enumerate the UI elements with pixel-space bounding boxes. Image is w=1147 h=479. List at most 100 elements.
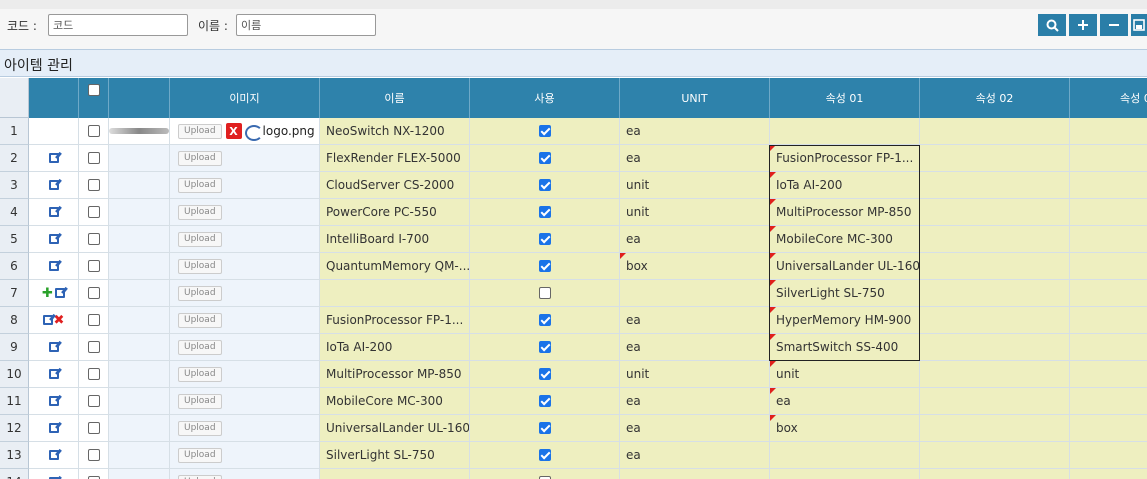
attr2-cell[interactable]	[920, 469, 1070, 479]
name-cell[interactable]: MobileCore MC-300	[320, 388, 470, 415]
name-cell[interactable]: QuantumMemory QM-...	[320, 253, 470, 280]
search-button[interactable]	[1038, 14, 1066, 36]
attr2-cell[interactable]	[920, 388, 1070, 415]
attr3-cell[interactable]	[1070, 253, 1147, 280]
attr3-column-header[interactable]: 속성 0	[1070, 78, 1147, 118]
name-cell[interactable]: NeoSwitch NX-1200	[320, 118, 470, 145]
row-number[interactable]: 3	[0, 172, 29, 199]
code-cell[interactable]	[109, 280, 170, 307]
attr2-cell[interactable]	[920, 280, 1070, 307]
code-cell[interactable]	[109, 334, 170, 361]
upload-button[interactable]: Upload	[178, 285, 222, 301]
row-number[interactable]: 8	[0, 307, 29, 334]
attr2-cell[interactable]	[920, 199, 1070, 226]
row-check[interactable]	[79, 334, 109, 361]
name-input[interactable]	[236, 14, 376, 36]
attr2-cell[interactable]	[920, 145, 1070, 172]
row-checkbox[interactable]	[87, 422, 100, 434]
row-number[interactable]: 7	[0, 280, 29, 307]
attr1-cell[interactable]	[770, 442, 920, 469]
attr1-cell[interactable]: HyperMemory HM-900	[770, 307, 920, 334]
attr1-cell[interactable]: UniversalLander UL-1600	[770, 253, 920, 280]
use-cell[interactable]	[470, 415, 620, 442]
attr2-cell[interactable]	[920, 307, 1070, 334]
row-number[interactable]: 4	[0, 199, 29, 226]
upload-button[interactable]: Upload	[178, 366, 222, 382]
row-number[interactable]: 14	[0, 469, 29, 479]
row-checkbox[interactable]	[87, 152, 100, 164]
upload-button[interactable]: Upload	[178, 204, 222, 220]
code-cell[interactable]	[109, 226, 170, 253]
unit-cell[interactable]	[620, 280, 770, 307]
row-check[interactable]	[79, 226, 109, 253]
row-checkbox[interactable]	[87, 341, 100, 353]
name-cell[interactable]: IntelliBoard I-700	[320, 226, 470, 253]
name-cell[interactable]: SilverLight SL-750	[320, 442, 470, 469]
use-checkbox[interactable]	[538, 341, 551, 353]
upload-button[interactable]: Upload	[178, 150, 222, 166]
attr2-cell[interactable]	[920, 334, 1070, 361]
use-checkbox[interactable]	[538, 233, 551, 245]
name-cell[interactable]: FlexRender FLEX-5000	[320, 145, 470, 172]
upload-button[interactable]: Upload	[178, 258, 222, 274]
row-checkbox[interactable]	[87, 206, 100, 218]
use-checkbox[interactable]	[538, 395, 551, 407]
check-all-checkbox[interactable]	[87, 84, 100, 96]
attr1-cell[interactable]	[770, 118, 920, 145]
name-column-header[interactable]: 이름	[320, 78, 470, 118]
attr3-cell[interactable]	[1070, 361, 1147, 388]
use-cell[interactable]	[470, 307, 620, 334]
attr2-cell[interactable]	[920, 442, 1070, 469]
attr2-cell[interactable]	[920, 226, 1070, 253]
unit-cell[interactable]: ea	[620, 145, 770, 172]
use-cell[interactable]	[470, 334, 620, 361]
attr2-cell[interactable]	[920, 172, 1070, 199]
attr1-cell[interactable]: MobileCore MC-300	[770, 226, 920, 253]
code-cell[interactable]	[109, 469, 170, 479]
upload-button[interactable]: Upload	[178, 312, 222, 328]
delete-image-button[interactable]: X	[225, 123, 242, 139]
use-checkbox[interactable]	[538, 152, 551, 164]
use-cell[interactable]	[470, 118, 620, 145]
row-number[interactable]: 12	[0, 415, 29, 442]
use-cell[interactable]	[470, 253, 620, 280]
row-checkbox[interactable]	[87, 395, 100, 407]
code-cell[interactable]	[109, 388, 170, 415]
upload-button[interactable]: Upload	[178, 393, 222, 409]
use-cell[interactable]	[470, 226, 620, 253]
name-cell[interactable]: IoTa AI-200	[320, 334, 470, 361]
unit-cell[interactable]: ea	[620, 334, 770, 361]
name-cell[interactable]: PowerCore PC-550	[320, 199, 470, 226]
row-check[interactable]	[79, 415, 109, 442]
upload-button[interactable]: Upload	[178, 420, 222, 436]
attr3-cell[interactable]	[1070, 199, 1147, 226]
code-cell[interactable]	[109, 307, 170, 334]
unit-cell[interactable]: ea	[620, 415, 770, 442]
attr3-cell[interactable]	[1070, 334, 1147, 361]
code-cell[interactable]	[109, 253, 170, 280]
use-cell[interactable]	[470, 442, 620, 469]
attr3-cell[interactable]	[1070, 172, 1147, 199]
attr2-cell[interactable]	[920, 361, 1070, 388]
name-cell[interactable]: CloudServer CS-2000	[320, 172, 470, 199]
upload-button[interactable]: Upload	[178, 339, 222, 355]
row-check[interactable]	[79, 442, 109, 469]
upload-button[interactable]: Upload	[178, 474, 222, 479]
row-check[interactable]	[79, 280, 109, 307]
row-number[interactable]: 9	[0, 334, 29, 361]
unit-cell[interactable]: unit	[620, 361, 770, 388]
code-cell[interactable]	[109, 118, 170, 145]
code-cell[interactable]	[109, 145, 170, 172]
attr3-cell[interactable]	[1070, 280, 1147, 307]
code-cell[interactable]	[109, 442, 170, 469]
use-checkbox[interactable]	[538, 179, 551, 191]
use-checkbox[interactable]	[538, 368, 551, 380]
attr2-cell[interactable]	[920, 415, 1070, 442]
row-checkbox[interactable]	[87, 449, 100, 461]
attr2-cell[interactable]	[920, 118, 1070, 145]
code-input[interactable]	[48, 14, 188, 36]
code-cell[interactable]	[109, 415, 170, 442]
name-cell[interactable]: UniversalLander UL-1600	[320, 415, 470, 442]
row-number[interactable]: 1	[0, 118, 29, 145]
use-column-header[interactable]: 사용	[470, 78, 620, 118]
